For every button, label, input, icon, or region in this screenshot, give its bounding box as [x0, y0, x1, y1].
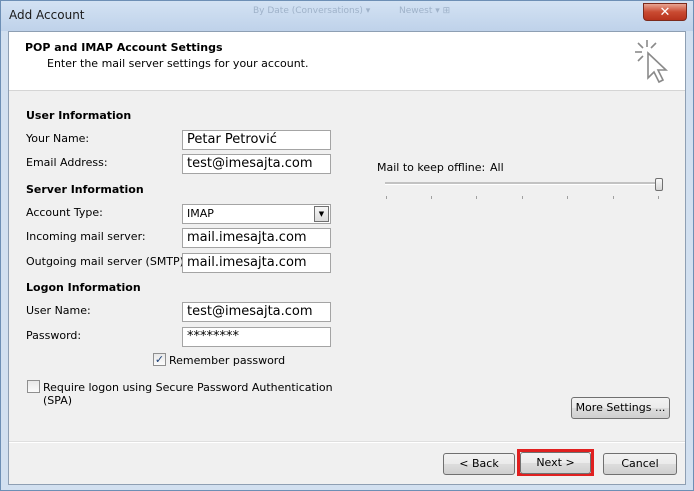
cancel-button[interactable]: Cancel: [603, 453, 677, 475]
more-settings-button[interactable]: More Settings ...: [571, 397, 670, 419]
close-icon: ✕: [659, 4, 671, 20]
title-bar[interactable]: Add Account By Date (Conversations) ▾ Ne…: [1, 1, 693, 31]
incoming-server-label: Incoming mail server:: [26, 230, 146, 243]
offline-label: Mail to keep offline:: [377, 161, 486, 174]
email-field[interactable]: test@imesajta.com: [182, 154, 331, 174]
slider-tick: [658, 196, 659, 199]
user-info-heading: User Information: [26, 109, 132, 122]
slider-tick: [476, 196, 477, 199]
wizard-cursor-icon: [635, 40, 669, 84]
email-label: Email Address:: [26, 156, 108, 169]
slider-tick: [386, 196, 387, 199]
window-title: Add Account: [9, 8, 85, 22]
password-field[interactable]: ********: [182, 327, 331, 347]
close-button[interactable]: ✕: [643, 3, 687, 21]
page-title: POP and IMAP Account Settings: [25, 41, 223, 54]
remember-password-label[interactable]: Remember password: [169, 354, 285, 367]
server-info-heading: Server Information: [26, 183, 144, 196]
account-type-value: IMAP: [187, 207, 214, 220]
account-type-label: Account Type:: [26, 206, 103, 219]
your-name-label: Your Name:: [26, 132, 90, 145]
logon-info-heading: Logon Information: [26, 281, 141, 294]
username-label: User Name:: [26, 304, 91, 317]
next-button[interactable]: Next >: [520, 452, 591, 474]
slider-tick: [522, 196, 523, 199]
password-label: Password:: [26, 329, 82, 342]
slider-tick: [567, 196, 568, 199]
username-field[interactable]: test@imesajta.com: [182, 302, 331, 322]
account-type-select[interactable]: IMAP ▼: [182, 204, 331, 224]
background-sort-label: By Date (Conversations) ▾: [253, 6, 371, 16]
dropdown-arrow-icon[interactable]: ▼: [314, 206, 329, 222]
page-subtitle: Enter the mail server settings for your …: [47, 57, 309, 70]
outgoing-server-field[interactable]: mail.imesajta.com: [182, 253, 331, 273]
offline-value: All: [490, 161, 504, 174]
your-name-field[interactable]: Petar Petrović: [182, 130, 331, 150]
background-order-label: Newest ▾ ⊞: [399, 6, 451, 16]
spa-label[interactable]: Require logon using Secure Password Auth…: [43, 381, 333, 394]
offline-slider-thumb[interactable]: [655, 178, 663, 191]
dialog-client-area: POP and IMAP Account Settings Enter the …: [8, 31, 686, 485]
offline-slider-track[interactable]: [385, 182, 659, 185]
slider-tick: [613, 196, 614, 199]
remember-password-checkbox[interactable]: ✓: [153, 353, 166, 366]
wizard-header: POP and IMAP Account Settings Enter the …: [9, 32, 685, 91]
slider-tick: [431, 196, 432, 199]
spa-label-line2[interactable]: (SPA): [43, 394, 72, 407]
back-button[interactable]: < Back: [443, 453, 515, 475]
incoming-server-field[interactable]: mail.imesajta.com: [182, 228, 331, 248]
spa-checkbox[interactable]: [27, 380, 40, 393]
outgoing-server-label: Outgoing mail server (SMTP):: [26, 255, 188, 268]
checkmark-icon: ✓: [154, 353, 165, 366]
footer-divider: [9, 441, 685, 443]
add-account-dialog: Add Account By Date (Conversations) ▾ Ne…: [0, 0, 694, 491]
